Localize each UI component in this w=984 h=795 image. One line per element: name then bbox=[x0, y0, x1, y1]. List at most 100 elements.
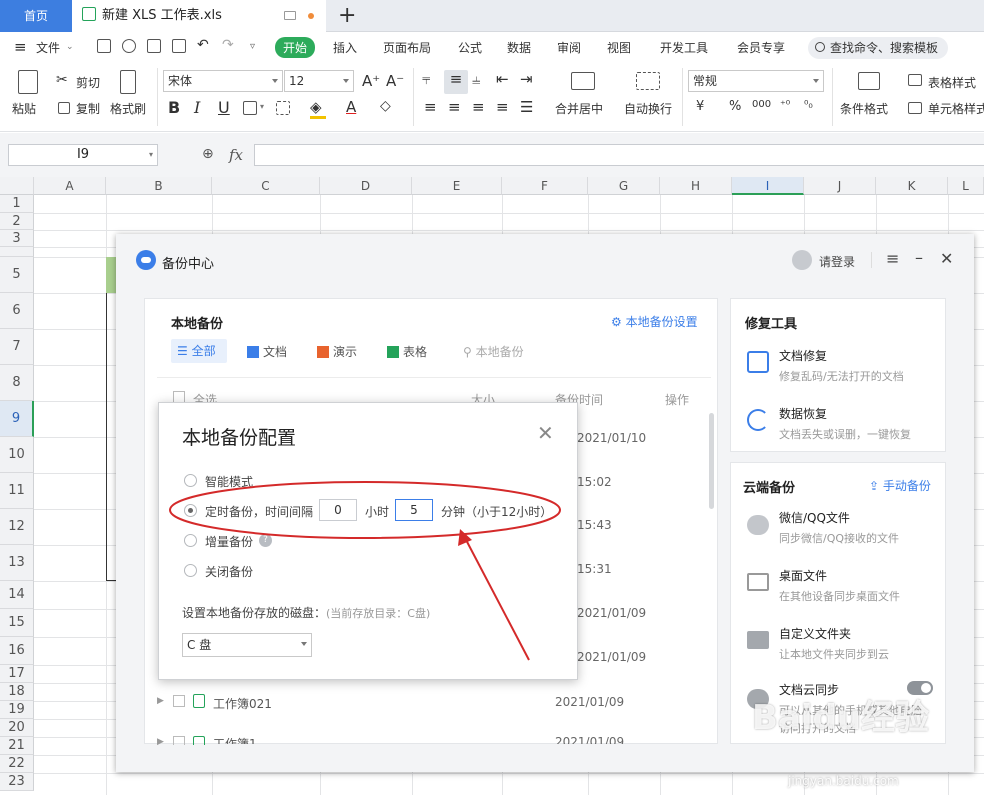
row-header[interactable]: 22 bbox=[0, 755, 34, 773]
font-size-select[interactable]: 12 bbox=[284, 70, 354, 92]
copy-button[interactable]: 复制 bbox=[76, 100, 100, 117]
repair-item-data[interactable]: 数据恢复 文档丢失或误删，一键恢复 bbox=[779, 405, 911, 442]
file-name[interactable]: 工作簿021 bbox=[213, 695, 272, 712]
row-header[interactable]: 16 bbox=[0, 637, 34, 665]
col-header-h[interactable]: H bbox=[660, 177, 732, 195]
fx-icon[interactable]: fx bbox=[229, 146, 243, 164]
cut-button[interactable]: 剪切 bbox=[76, 74, 100, 91]
filter-all[interactable]: ☰ 全部 bbox=[171, 339, 227, 363]
col-header-i[interactable]: I bbox=[732, 177, 804, 195]
row-header[interactable]: 11 bbox=[0, 473, 34, 509]
tab-home[interactable]: 首页 bbox=[0, 0, 72, 32]
row-header-4[interactable] bbox=[0, 247, 34, 257]
wrap-text-button[interactable]: 自动换行 bbox=[624, 100, 672, 117]
row-header[interactable]: 23 bbox=[0, 773, 34, 791]
menu-member[interactable]: 会员专享 bbox=[737, 39, 785, 56]
print-icon[interactable] bbox=[147, 39, 161, 53]
filter-slides[interactable]: 演示 bbox=[317, 343, 357, 360]
font-shrink-icon[interactable]: A⁻ bbox=[386, 72, 404, 90]
row-header[interactable]: 2 bbox=[0, 213, 34, 230]
distributed-icon[interactable]: ☰ bbox=[520, 98, 533, 116]
col-header-b[interactable]: B bbox=[106, 177, 212, 195]
print-preview-icon[interactable] bbox=[172, 39, 186, 53]
zoom-formula-icon[interactable]: ⊕ bbox=[202, 146, 214, 162]
radio-incremental[interactable] bbox=[184, 534, 197, 547]
menu-start[interactable]: 开始 bbox=[275, 37, 316, 58]
bold-button[interactable]: B bbox=[168, 99, 180, 117]
close-icon[interactable]: ✕ bbox=[537, 421, 554, 445]
row-header[interactable]: 21 bbox=[0, 737, 34, 755]
filter-sheets[interactable]: 表格 bbox=[387, 343, 427, 360]
radio-off[interactable] bbox=[184, 564, 197, 577]
col-header-e[interactable]: E bbox=[412, 177, 502, 195]
row-header[interactable]: 13 bbox=[0, 545, 34, 581]
select-all-corner[interactable] bbox=[0, 177, 34, 195]
menu-file[interactable]: 文件 bbox=[36, 39, 60, 56]
new-tab-button[interactable]: + bbox=[338, 2, 356, 30]
percent-icon[interactable]: % bbox=[729, 99, 741, 114]
row-header[interactable]: 1 bbox=[0, 195, 34, 213]
expand-arrow-icon[interactable]: ▶ bbox=[157, 737, 164, 747]
login-link[interactable]: 请登录 bbox=[819, 253, 855, 270]
col-header-k[interactable]: K bbox=[876, 177, 948, 195]
hamburger-icon[interactable]: ≡ bbox=[14, 38, 27, 56]
monitor-icon[interactable] bbox=[284, 11, 296, 20]
cell-border-style-icon[interactable] bbox=[276, 101, 290, 115]
row-header[interactable]: 18 bbox=[0, 683, 34, 701]
align-top-icon[interactable]: ⫧ bbox=[422, 70, 430, 88]
undo-icon[interactable]: ↶ bbox=[197, 37, 209, 53]
menu-icon[interactable]: ≡ bbox=[886, 249, 899, 268]
currency-icon[interactable]: ¥ bbox=[696, 99, 704, 114]
row-header[interactable]: 3 bbox=[0, 230, 34, 247]
col-header-j[interactable]: J bbox=[804, 177, 876, 195]
menu-insert[interactable]: 插入 bbox=[333, 39, 357, 56]
row-header-selected[interactable]: 9 bbox=[0, 401, 34, 437]
col-header-d[interactable]: D bbox=[320, 177, 412, 195]
row-header[interactable]: 20 bbox=[0, 719, 34, 737]
col-header-g[interactable]: G bbox=[588, 177, 660, 195]
col-header-l[interactable]: L bbox=[948, 177, 984, 195]
row-header[interactable]: 10 bbox=[0, 437, 34, 473]
row-checkbox[interactable] bbox=[173, 695, 185, 707]
menu-review[interactable]: 审阅 bbox=[557, 39, 581, 56]
chevron-down-icon[interactable]: ⌄ bbox=[66, 42, 74, 52]
decrease-decimal-icon[interactable]: ⁰₀ bbox=[804, 98, 813, 111]
close-icon[interactable]: ✕ bbox=[940, 249, 953, 268]
name-box[interactable]: I9 ▾ bbox=[8, 144, 158, 166]
clear-format-icon[interactable]: ◇ bbox=[380, 98, 391, 114]
help-icon[interactable]: ? bbox=[259, 534, 272, 547]
menu-developer[interactable]: 开发工具 bbox=[660, 39, 708, 56]
avatar[interactable] bbox=[792, 250, 812, 270]
row-header[interactable]: 6 bbox=[0, 293, 34, 329]
expand-arrow-icon[interactable]: ▶ bbox=[157, 696, 164, 706]
paste-button[interactable]: 粘贴 bbox=[12, 100, 36, 117]
cell-style-button[interactable]: 单元格样式 bbox=[928, 100, 984, 117]
align-bottom-icon[interactable]: ⫨ bbox=[472, 70, 480, 88]
row-header[interactable]: 17 bbox=[0, 665, 34, 683]
row-header[interactable]: 8 bbox=[0, 365, 34, 401]
align-center-icon[interactable]: ≡ bbox=[448, 98, 461, 116]
minimize-icon[interactable]: – bbox=[915, 248, 923, 267]
formula-input[interactable] bbox=[254, 144, 984, 166]
paste-icon[interactable] bbox=[18, 70, 38, 94]
fill-color-icon[interactable]: ◈ bbox=[310, 98, 322, 116]
font-family-select[interactable]: 宋体 bbox=[163, 70, 283, 92]
radio-smart-mode[interactable] bbox=[184, 474, 197, 487]
chevron-down-icon[interactable]: ▾ bbox=[260, 102, 264, 111]
underline-button[interactable]: U bbox=[218, 99, 230, 117]
tab-file[interactable]: 新建 XLS 工作表.xls bbox=[72, 0, 326, 32]
scrollbar[interactable] bbox=[709, 413, 714, 509]
border-icon[interactable] bbox=[243, 101, 257, 115]
quick-access-dropdown-icon[interactable]: ▿ bbox=[250, 41, 255, 52]
cloud-item-folder[interactable]: 自定义文件夹 让本地文件夹同步到云 bbox=[779, 625, 889, 662]
minutes-input[interactable]: 5 bbox=[395, 499, 433, 521]
cloud-item-desktop[interactable]: 桌面文件 在其他设备同步桌面文件 bbox=[779, 567, 900, 604]
increase-decimal-icon[interactable]: ⁺⁰ bbox=[780, 98, 790, 111]
row-header[interactable]: 12 bbox=[0, 509, 34, 545]
command-search[interactable]: 查找命令、搜索模板 bbox=[808, 37, 948, 59]
indent-decrease-icon[interactable]: ⇤ bbox=[496, 70, 509, 88]
manual-backup-link[interactable]: ⇪ 手动备份 bbox=[869, 477, 931, 494]
radio-timed-backup[interactable] bbox=[184, 504, 197, 517]
conditional-format-button[interactable]: 条件格式 bbox=[840, 100, 888, 117]
align-right-icon[interactable]: ≡ bbox=[472, 98, 485, 116]
